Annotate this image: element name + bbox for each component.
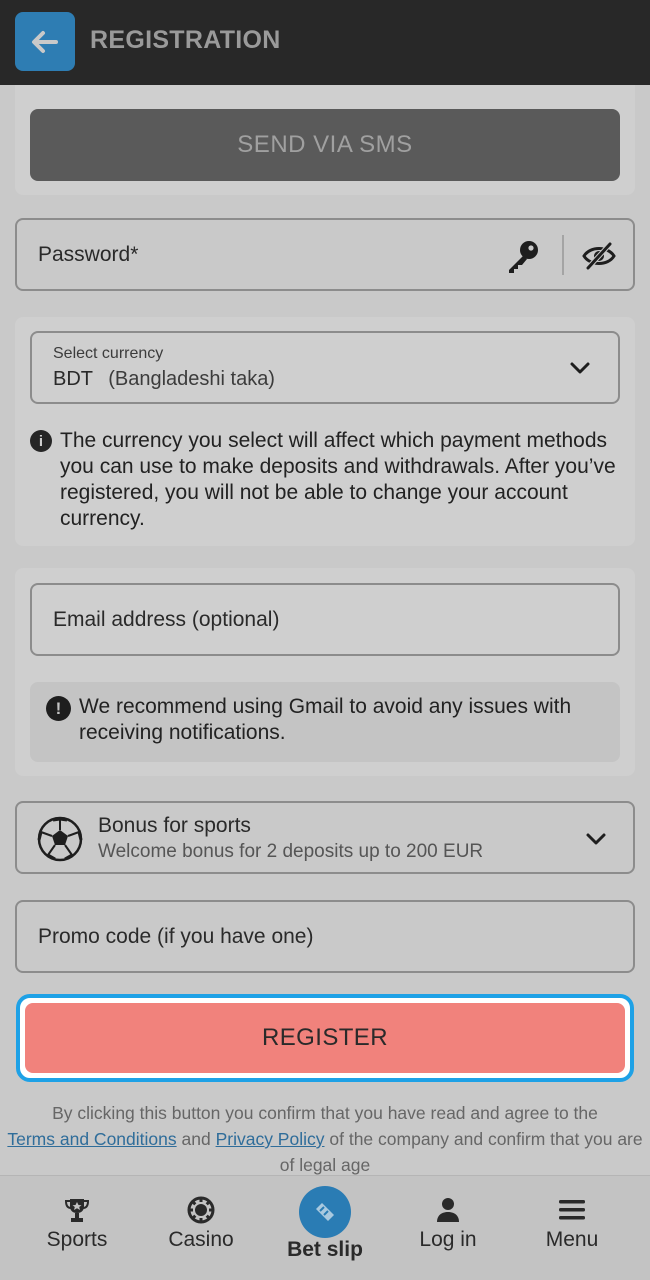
nav-item-sports[interactable]: Sports: [12, 1176, 142, 1280]
register-button[interactable]: REGISTER: [25, 1003, 625, 1073]
password-placeholder: Password*: [38, 243, 139, 266]
currency-label: Select currency: [53, 345, 164, 362]
nav-label-casino: Casino: [168, 1228, 234, 1251]
currency-select[interactable]: Select currency BDT (Bangladeshi taka): [30, 331, 620, 404]
currency-info-text: The currency you select will affect whic…: [60, 429, 616, 530]
terms-link[interactable]: Terms and Conditions: [7, 1129, 176, 1149]
legal-and: and: [181, 1129, 211, 1149]
bet-slip-badge: [299, 1186, 351, 1238]
nav-label-log-in: Log in: [419, 1228, 477, 1251]
nav-label-sports: Sports: [46, 1228, 108, 1251]
app-header: REGISTRATION: [0, 0, 650, 85]
nav-label-menu: Menu: [545, 1228, 599, 1251]
user-icon: [437, 1198, 459, 1222]
nav-item-menu[interactable]: Menu: [507, 1176, 637, 1280]
arrow-left-icon: [32, 30, 58, 53]
casino-chip-icon: [187, 1196, 215, 1224]
nav-item-log-in[interactable]: Log in: [383, 1176, 513, 1280]
key-icon[interactable]: [505, 238, 541, 274]
info-icon: i: [30, 430, 52, 452]
ticket-icon: [316, 1203, 334, 1221]
register-focus-ring: REGISTER: [16, 994, 634, 1082]
email-placeholder: Email address (optional): [53, 608, 280, 631]
currency-code: BDT: [53, 368, 93, 390]
legal-prefix: By clicking this button you confirm that…: [52, 1103, 598, 1123]
legal-text: By clicking this button you confirm that…: [0, 1100, 650, 1178]
nav-label-bet-slip: Bet slip: [287, 1238, 363, 1261]
currency-name: (Bangladeshi taka): [108, 368, 275, 390]
nav-item-casino[interactable]: Casino: [136, 1176, 266, 1280]
password-field[interactable]: Password*: [15, 218, 635, 291]
gmail-note-text: We recommend using Gmail to avoid any is…: [79, 695, 572, 744]
email-field[interactable]: Email address (optional): [30, 583, 620, 656]
password-divider: [562, 235, 564, 275]
bonus-title: Bonus for sports: [98, 814, 251, 837]
eye-off-icon[interactable]: [582, 240, 616, 272]
chevron-down-icon: [570, 362, 590, 374]
privacy-link[interactable]: Privacy Policy: [216, 1129, 325, 1149]
nav-item-bet-slip[interactable]: Bet slip: [260, 1176, 390, 1280]
page-title: REGISTRATION: [90, 26, 281, 54]
exclamation-icon: !: [46, 696, 71, 721]
trophy-icon: [64, 1199, 90, 1222]
hamburger-icon: [559, 1200, 585, 1220]
soccer-ball-icon: [37, 816, 83, 862]
send-via-sms-button[interactable]: SEND VIA SMS: [30, 109, 620, 181]
currency-value: BDT (Bangladeshi taka): [53, 368, 275, 391]
legal-suffix: of the company and confirm that you are …: [279, 1129, 643, 1175]
promo-code-field[interactable]: Promo code (if you have one): [15, 900, 635, 973]
promo-placeholder: Promo code (if you have one): [38, 925, 314, 948]
back-button[interactable]: [15, 12, 75, 71]
bonus-subtitle: Welcome bonus for 2 deposits up to 200 E…: [98, 841, 484, 862]
bottom-nav: Sports Casino Bet slip Log in Menu: [0, 1175, 650, 1280]
bonus-select[interactable]: Bonus for sports Welcome bonus for 2 dep…: [15, 801, 635, 874]
chevron-down-icon: [586, 833, 606, 845]
